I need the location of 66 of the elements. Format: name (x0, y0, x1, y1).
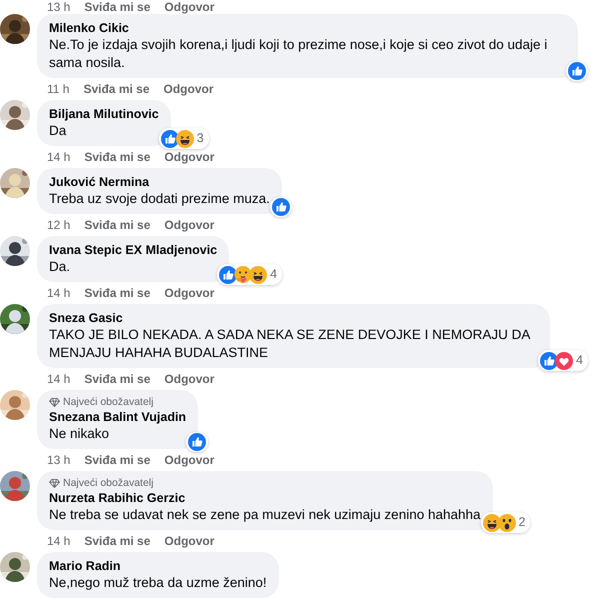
like-link[interactable]: Sviđa mi se (84, 534, 150, 548)
comment-text: Ne.To je izdaja svojih korena,i ljudi koji to prezime nose,i koje si ceo zivot do udaje i sama nosila. (49, 36, 548, 72)
like-link[interactable]: Sviđa mi se (83, 82, 150, 96)
comment-text: Ne nikako (49, 425, 110, 443)
like-reaction-icon (188, 433, 206, 451)
comment-time[interactable]: 12 h (47, 218, 70, 232)
comment-time[interactable]: 14 h (47, 150, 70, 164)
reply-link[interactable]: Odgovor (164, 0, 214, 14)
hug-emoji-icon (234, 266, 252, 284)
reaction-summary[interactable]: 3 (158, 128, 209, 149)
comment-time[interactable]: 14 h (47, 534, 70, 548)
reaction-summary[interactable] (270, 197, 292, 217)
reaction-count: 3 (196, 130, 205, 148)
like-reaction-icon (272, 198, 290, 216)
heart-reaction-icon (555, 352, 574, 370)
comment-time[interactable]: 11 h (47, 82, 70, 96)
like-link[interactable]: Sviđa mi se (84, 0, 150, 14)
comment-text: Da (49, 122, 68, 140)
commenter-name[interactable]: Nurzeta Rabihic Gerzic (49, 490, 481, 506)
diamond-icon (49, 398, 60, 407)
reaction-count: 4 (269, 266, 278, 284)
like-reaction-icon (568, 62, 586, 80)
reaction-count: 2 (518, 514, 526, 532)
reply-link[interactable]: Odgovor (164, 82, 214, 96)
reaction-summary[interactable]: 4 (538, 350, 588, 371)
reply-link[interactable]: Odgovor (164, 286, 214, 300)
commenter-name[interactable]: Biljana Milutinovic (49, 106, 159, 122)
like-link[interactable]: Sviđa mi se (84, 286, 150, 300)
like-link[interactable]: Sviđa mi se (84, 372, 150, 386)
commenter-name[interactable]: Juković Nermina (49, 174, 270, 190)
commenter-name[interactable]: Milenko Cikic (49, 20, 566, 36)
comment-time[interactable]: 13 h (47, 0, 70, 14)
reply-link[interactable]: Odgovor (164, 534, 214, 548)
comment-text: Treba uz svoje dodati prezime muza. (49, 190, 270, 208)
comment-time[interactable]: 14 h (47, 286, 70, 300)
diamond-icon (49, 479, 60, 488)
comment-text: Ne treba se udavat nek se zene pa muzevi nek uzimaju zenino hahahha (49, 506, 481, 524)
laughing-emoji-icon (176, 130, 194, 148)
reaction-summary[interactable]: 4 (217, 264, 282, 285)
comment-time[interactable]: 14 h (47, 372, 70, 386)
like-link[interactable]: Sviđa mi se (84, 150, 150, 164)
fan-badge-label: Najveći obožavatelj (63, 477, 154, 490)
reply-link[interactable]: Odgovor (164, 218, 214, 232)
surprised-emoji-icon (498, 514, 516, 532)
commenter-name[interactable]: Snezana Balint Vujadin (49, 409, 186, 425)
like-reaction-icon (160, 130, 179, 148)
reply-link[interactable]: Odgovor (164, 453, 214, 467)
like-link[interactable]: Sviđa mi se (84, 453, 150, 467)
reaction-count: 4 (575, 352, 584, 370)
fan-badge-label: Najveći obožavatelj (63, 396, 154, 409)
comment-time[interactable]: 13 h (47, 453, 70, 467)
like-link[interactable]: Sviđa mi se (84, 218, 150, 232)
reply-link[interactable]: Odgovor (164, 150, 214, 164)
commenter-name[interactable]: Ivana Stepic EX Mladjenovic (49, 242, 218, 258)
commenter-name[interactable]: Mario Radin (49, 558, 267, 574)
reaction-summary[interactable] (566, 61, 588, 81)
commenter-name[interactable]: Sneza Gasic (49, 310, 538, 326)
reaction-summary[interactable] (186, 432, 208, 452)
laughing-emoji-icon (249, 266, 268, 284)
comment-text: TAKO JE BILO NEKADA. A SADA NEKA SE ZENE DEVOJKE I NEMORAJU DA MENJAJU HAHAHA BUDALASTINE (49, 326, 532, 362)
reaction-summary[interactable]: 2 (480, 512, 530, 533)
comment-text: Da. (49, 258, 72, 276)
laughing-emoji-icon (482, 514, 501, 532)
comment-text: Ne,nego muž treba da uzme ženino! (49, 574, 267, 592)
like-reaction-icon (219, 266, 238, 284)
reply-link[interactable]: Odgovor (164, 372, 214, 386)
